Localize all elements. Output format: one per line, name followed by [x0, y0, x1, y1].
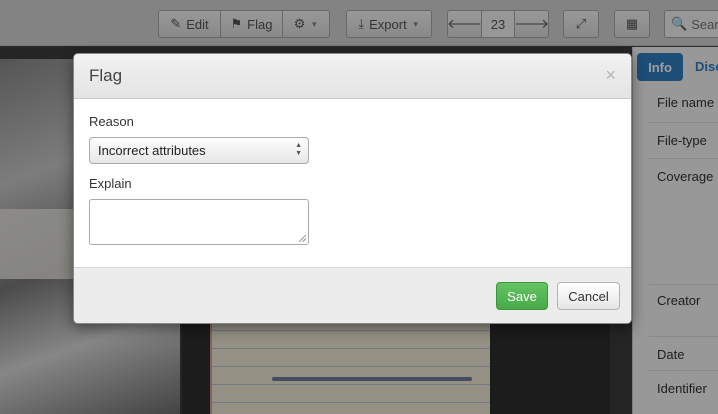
explain-label: Explain	[89, 176, 132, 191]
save-button[interactable]: Save	[496, 282, 548, 310]
reason-selected-value: Incorrect attributes	[98, 143, 206, 158]
dialog-header: Flag ×	[74, 54, 631, 99]
resize-grip-icon[interactable]	[299, 235, 306, 242]
explain-textarea[interactable]	[89, 199, 309, 245]
dialog-title: Flag	[89, 66, 123, 85]
dialog-body: Reason Incorrect attributes ▲ ▼ Explain	[74, 99, 631, 268]
dialog-footer: Save Cancel	[74, 267, 631, 323]
cancel-button[interactable]: Cancel	[557, 282, 620, 310]
reason-select[interactable]: Incorrect attributes ▲ ▼	[89, 137, 309, 164]
select-arrows-icon: ▲ ▼	[295, 142, 302, 157]
reason-label: Reason	[89, 114, 134, 129]
flag-dialog: Flag × Reason Incorrect attributes ▲ ▼ Ex…	[73, 53, 632, 324]
close-icon[interactable]: ×	[605, 66, 616, 84]
